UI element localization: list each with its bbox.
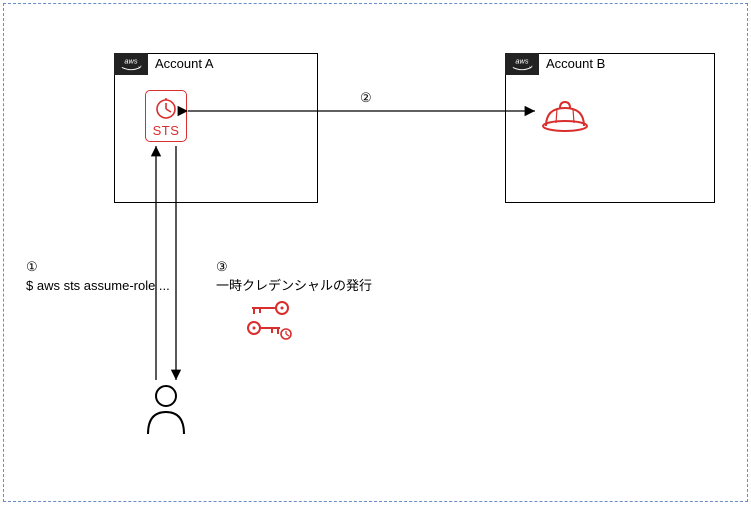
step-3-text: 一時クレデンシャルの発行 (216, 278, 372, 293)
step-2-label: ② (360, 89, 372, 108)
account-b-label: Account B (546, 56, 605, 71)
step-3-num: ③ (216, 259, 228, 274)
step-3-label: ③ 一時クレデンシャルの発行 (216, 258, 372, 296)
diagram-canvas: aws Account A STS aws Account (3, 3, 748, 502)
step-1-text: $ aws sts assume-role ... (26, 278, 170, 293)
account-b-box: aws Account B (505, 53, 715, 203)
temporary-credentials-icon (240, 298, 296, 342)
step-1-num: ① (26, 259, 38, 274)
aws-logo-icon: aws (114, 53, 148, 75)
svg-text:aws: aws (515, 56, 528, 65)
aws-logo-icon: aws (505, 53, 539, 75)
sts-label: STS (146, 123, 186, 138)
account-a-box: aws Account A STS (114, 53, 318, 203)
svg-text:aws: aws (124, 56, 137, 65)
sts-service-icon: STS (145, 90, 187, 142)
user-icon (143, 382, 189, 436)
account-a-label: Account A (155, 56, 214, 71)
step-2-num: ② (360, 90, 372, 105)
iam-role-icon (540, 96, 590, 136)
step-1-label: ① $ aws sts assume-role ... (26, 258, 170, 296)
